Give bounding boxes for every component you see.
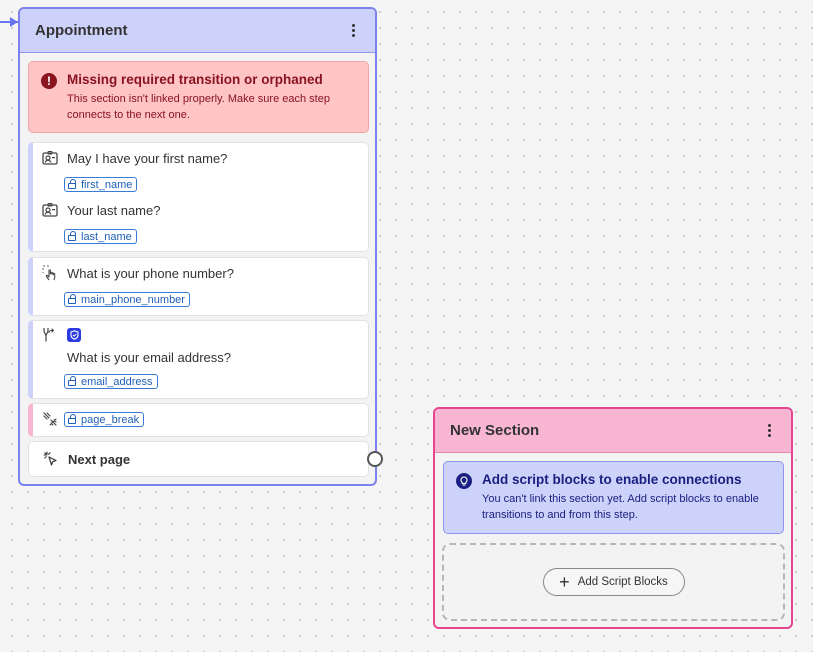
variable-chip[interactable]: last_name: [64, 229, 137, 244]
section-header[interactable]: Appointment: [20, 9, 375, 53]
touch-input-icon: [41, 265, 59, 281]
section-header[interactable]: New Section: [435, 409, 791, 453]
shield-badge-icon: [67, 328, 81, 342]
incoming-edge-arrow: [10, 17, 18, 27]
page-break-icon: [41, 411, 59, 427]
variable-name: email_address: [81, 375, 153, 388]
next-page-row[interactable]: Next page: [28, 441, 369, 477]
variable-chip[interactable]: main_phone_number: [64, 292, 190, 307]
section-title: New Section: [450, 422, 540, 439]
lock-icon: [68, 178, 76, 189]
variable-chip[interactable]: first_name: [64, 177, 138, 192]
lock-icon: [68, 293, 76, 304]
info-alert: Add script blocks to enable connections …: [443, 461, 784, 534]
script-block-page-break[interactable]: page_break: [28, 403, 369, 437]
fork-icon: [41, 327, 59, 343]
step-question: Your last name?: [67, 202, 161, 218]
step-last-name[interactable]: Your last name?: [41, 202, 160, 218]
info-message: You can't link this section yet. Add scr…: [482, 491, 773, 523]
lock-icon: [68, 230, 76, 241]
step-email-header[interactable]: [41, 327, 81, 343]
error-icon: !: [41, 73, 57, 89]
more-options-icon[interactable]: [761, 422, 777, 440]
new-section[interactable]: New Section Add script blocks to enable …: [433, 407, 793, 629]
lock-icon: [68, 413, 76, 424]
variable-name: first_name: [81, 178, 133, 191]
step-question: May I have your first name?: [67, 150, 228, 166]
variable-chip[interactable]: page_break: [64, 412, 145, 427]
output-connector-handle[interactable]: [367, 451, 383, 467]
variable-chip[interactable]: email_address: [64, 374, 158, 389]
info-message-line-2: transitions to and from this step.: [482, 509, 638, 521]
error-alert: ! Missing required transition or orphane…: [28, 61, 369, 133]
add-script-blocks-label: Add Script Blocks: [577, 576, 668, 588]
step-first-name[interactable]: May I have your first name?: [41, 150, 227, 166]
script-block-email[interactable]: What is your email address? email_addres…: [28, 320, 369, 399]
click-pointer-icon: [42, 451, 60, 467]
info-title: Add script blocks to enable connections: [482, 472, 742, 487]
lightbulb-icon: [456, 473, 472, 489]
variable-name: page_break: [81, 413, 140, 426]
section-title: Appointment: [35, 22, 128, 39]
error-message-line-1: This section isn't linked properly. Make…: [67, 93, 330, 105]
error-message-line-2: connects to the next one.: [67, 109, 190, 121]
variable-name: main_phone_number: [81, 293, 185, 306]
next-page-label: Next page: [68, 451, 131, 467]
step-phone[interactable]: What is your phone number?: [41, 265, 234, 281]
info-message-line-1: You can't link this section yet. Add scr…: [482, 493, 759, 505]
contact-card-icon: [41, 150, 59, 166]
script-block-phone[interactable]: What is your phone number? main_phone_nu…: [28, 257, 369, 316]
script-block-name[interactable]: May I have your first name? first_name Y…: [28, 142, 369, 252]
variable-name: last_name: [81, 230, 132, 243]
script-blocks-dropzone[interactable]: + Add Script Blocks: [442, 543, 785, 621]
error-message: This section isn't linked properly. Make…: [67, 91, 358, 123]
step-question: What is your email address?: [67, 350, 232, 365]
appointment-section[interactable]: Appointment ! Missing required transitio…: [18, 7, 383, 486]
step-question: What is your phone number?: [67, 265, 234, 281]
more-options-icon[interactable]: [345, 22, 361, 40]
contact-card-icon: [41, 202, 59, 218]
plus-icon: +: [559, 572, 570, 592]
lock-icon: [68, 375, 76, 386]
error-title: Missing required transition or orphaned: [67, 72, 323, 87]
add-script-blocks-button[interactable]: + Add Script Blocks: [542, 568, 685, 596]
